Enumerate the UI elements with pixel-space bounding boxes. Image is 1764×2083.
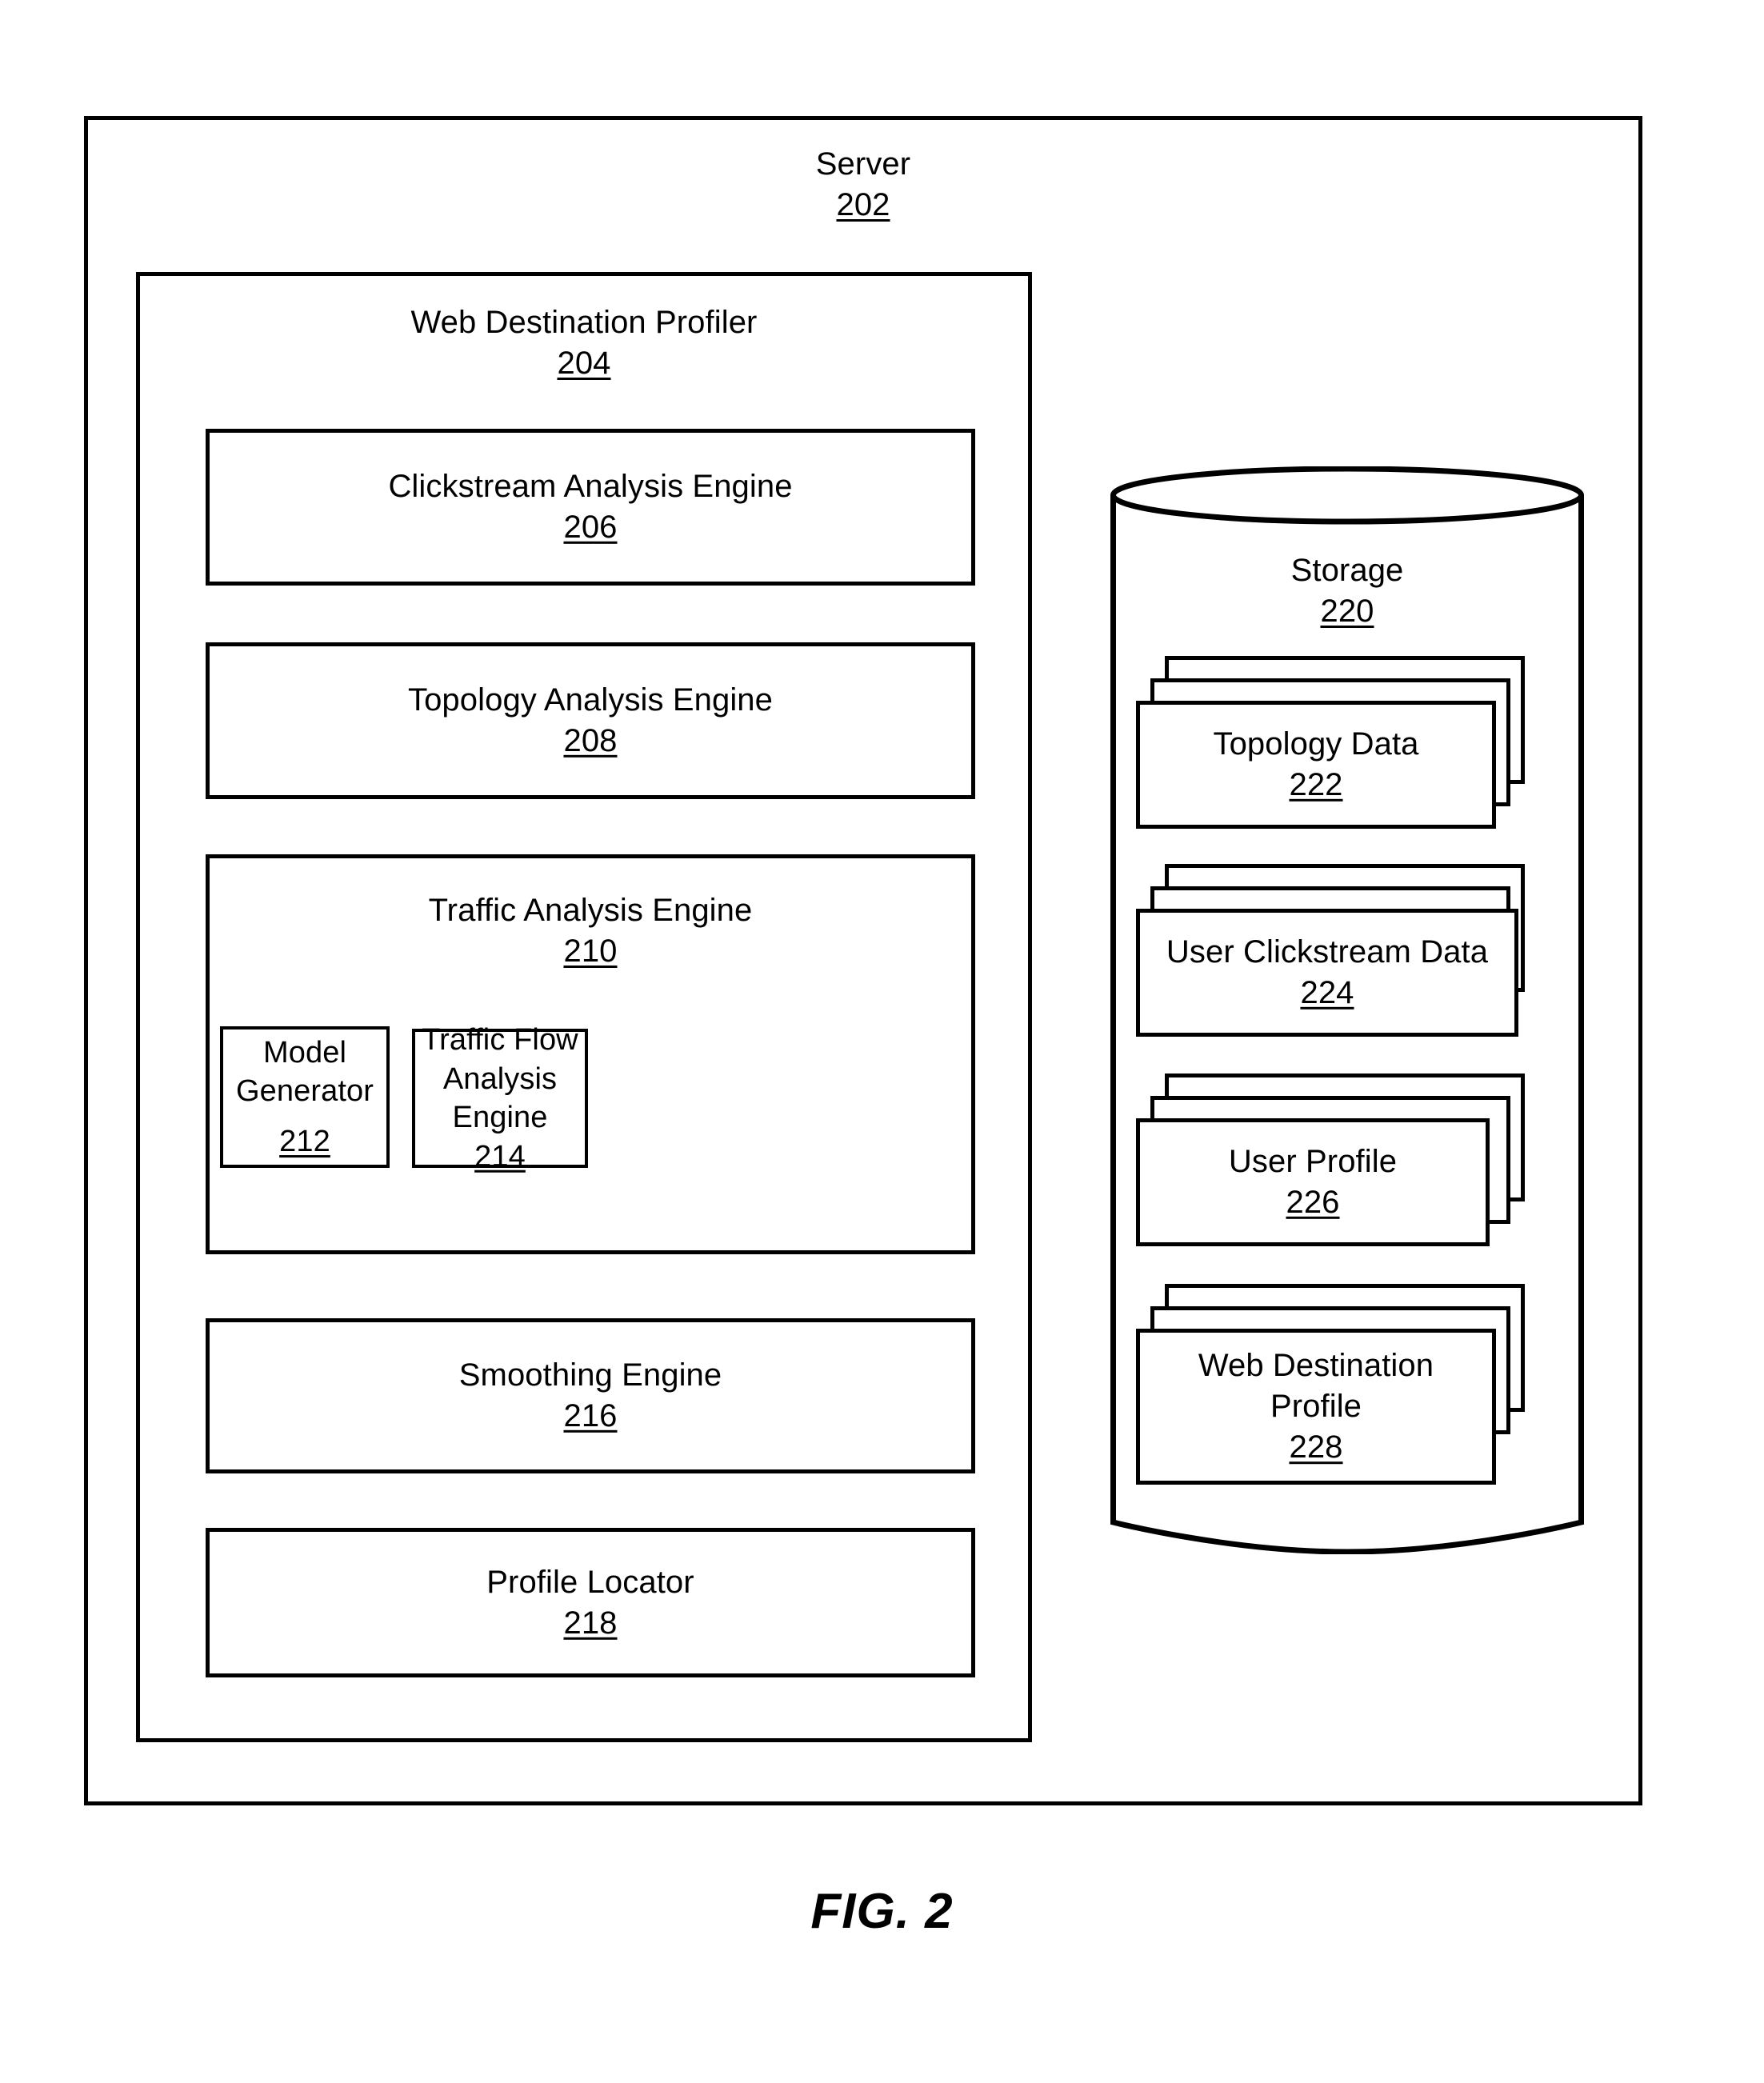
profile-locator-ref-number: 218	[563, 1605, 618, 1641]
topology-analysis-engine-title: Topology Analysis Engine	[407, 682, 774, 718]
web-destination-profile-label: Web Destination Profile 228	[1140, 1345, 1492, 1469]
traffic-flow-analysis-engine-ref-number: 214	[474, 1139, 526, 1173]
traffic-flow-analysis-engine-label: Traffic Flow Analysis Engine 214	[418, 1021, 582, 1177]
topology-analysis-engine-box: Topology Analysis Engine 208	[206, 642, 975, 799]
smoothing-engine-title: Smoothing Engine	[458, 1357, 722, 1393]
user-clickstream-data-title: User Clickstream Data	[1166, 934, 1489, 970]
traffic-analysis-engine-label: Traffic Analysis Engine 210	[210, 890, 971, 972]
model-generator-box: Model Generator 212	[220, 1026, 390, 1168]
web-destination-profiler-title: Web Destination Profiler	[410, 305, 758, 340]
smoothing-engine-ref-number: 216	[563, 1398, 618, 1433]
storage-heading: Storage 220	[1110, 550, 1584, 632]
clickstream-analysis-engine-box: Clickstream Analysis Engine 206	[206, 429, 975, 586]
storage-ref-number: 220	[1320, 594, 1374, 630]
traffic-analysis-engine-title: Traffic Analysis Engine	[428, 893, 753, 928]
user-clickstream-data-ref-number: 224	[1300, 975, 1354, 1010]
user-clickstream-data-label: User Clickstream Data 224	[1140, 932, 1514, 1014]
figure-caption: FIG. 2	[810, 1884, 954, 1939]
clickstream-analysis-engine-label: Clickstream Analysis Engine 206	[210, 466, 971, 548]
model-generator-label: Model Generator 212	[226, 1034, 383, 1161]
clickstream-analysis-engine-title: Clickstream Analysis Engine	[388, 468, 793, 504]
topology-data-label: Topology Data 222	[1140, 724, 1492, 806]
user-clickstream-data-card-front: User Clickstream Data 224	[1136, 909, 1518, 1037]
web-destination-profiler-ref-number: 204	[557, 346, 611, 382]
web-destination-profile-card-front: Web Destination Profile 228	[1136, 1329, 1496, 1485]
topology-analysis-engine-label: Topology Analysis Engine 208	[210, 680, 971, 762]
topology-data-card-front: Topology Data 222	[1136, 701, 1496, 829]
profile-locator-label: Profile Locator 218	[210, 1561, 971, 1643]
server-heading: Server 202	[84, 144, 1642, 226]
server-title: Server	[815, 146, 911, 182]
topology-data-ref-number: 222	[1289, 767, 1343, 802]
traffic-flow-analysis-engine-box: Traffic Flow Analysis Engine 214	[412, 1023, 588, 1173]
web-destination-profiler-heading: Web Destination Profiler 204	[136, 302, 1032, 384]
web-destination-profile-title-line1: Web Destination	[1198, 1347, 1434, 1383]
web-destination-profile-title-line2: Profile	[1270, 1388, 1362, 1424]
user-profile-card-front: User Profile 226	[1136, 1118, 1490, 1246]
user-profile-ref-number: 226	[1286, 1185, 1340, 1220]
traffic-flow-analysis-engine-title-line2: Analysis Engine	[442, 1061, 558, 1134]
user-profile-title: User Profile	[1228, 1143, 1398, 1179]
profile-locator-title: Profile Locator	[486, 1564, 694, 1600]
smoothing-engine-box: Smoothing Engine 216	[206, 1318, 975, 1473]
topology-data-title: Topology Data	[1213, 726, 1419, 762]
storage-title: Storage	[1290, 553, 1404, 588]
traffic-flow-analysis-engine-title-line1: Traffic Flow	[422, 1022, 578, 1057]
smoothing-engine-label: Smoothing Engine 216	[210, 1355, 971, 1437]
traffic-analysis-engine-ref-number: 210	[563, 934, 618, 970]
web-destination-profile-ref-number: 228	[1289, 1429, 1343, 1465]
model-generator-ref-number: 212	[279, 1124, 330, 1158]
patent-figure-2: Server 202 Web Destination Profiler 204 …	[0, 0, 1764, 2083]
clickstream-analysis-engine-ref-number: 206	[563, 510, 618, 545]
user-profile-label: User Profile 226	[1140, 1141, 1486, 1223]
model-generator-title: Model Generator	[236, 1035, 374, 1109]
topology-analysis-engine-ref-number: 208	[563, 723, 618, 758]
server-ref-number: 202	[836, 187, 890, 223]
profile-locator-box: Profile Locator 218	[206, 1528, 975, 1677]
